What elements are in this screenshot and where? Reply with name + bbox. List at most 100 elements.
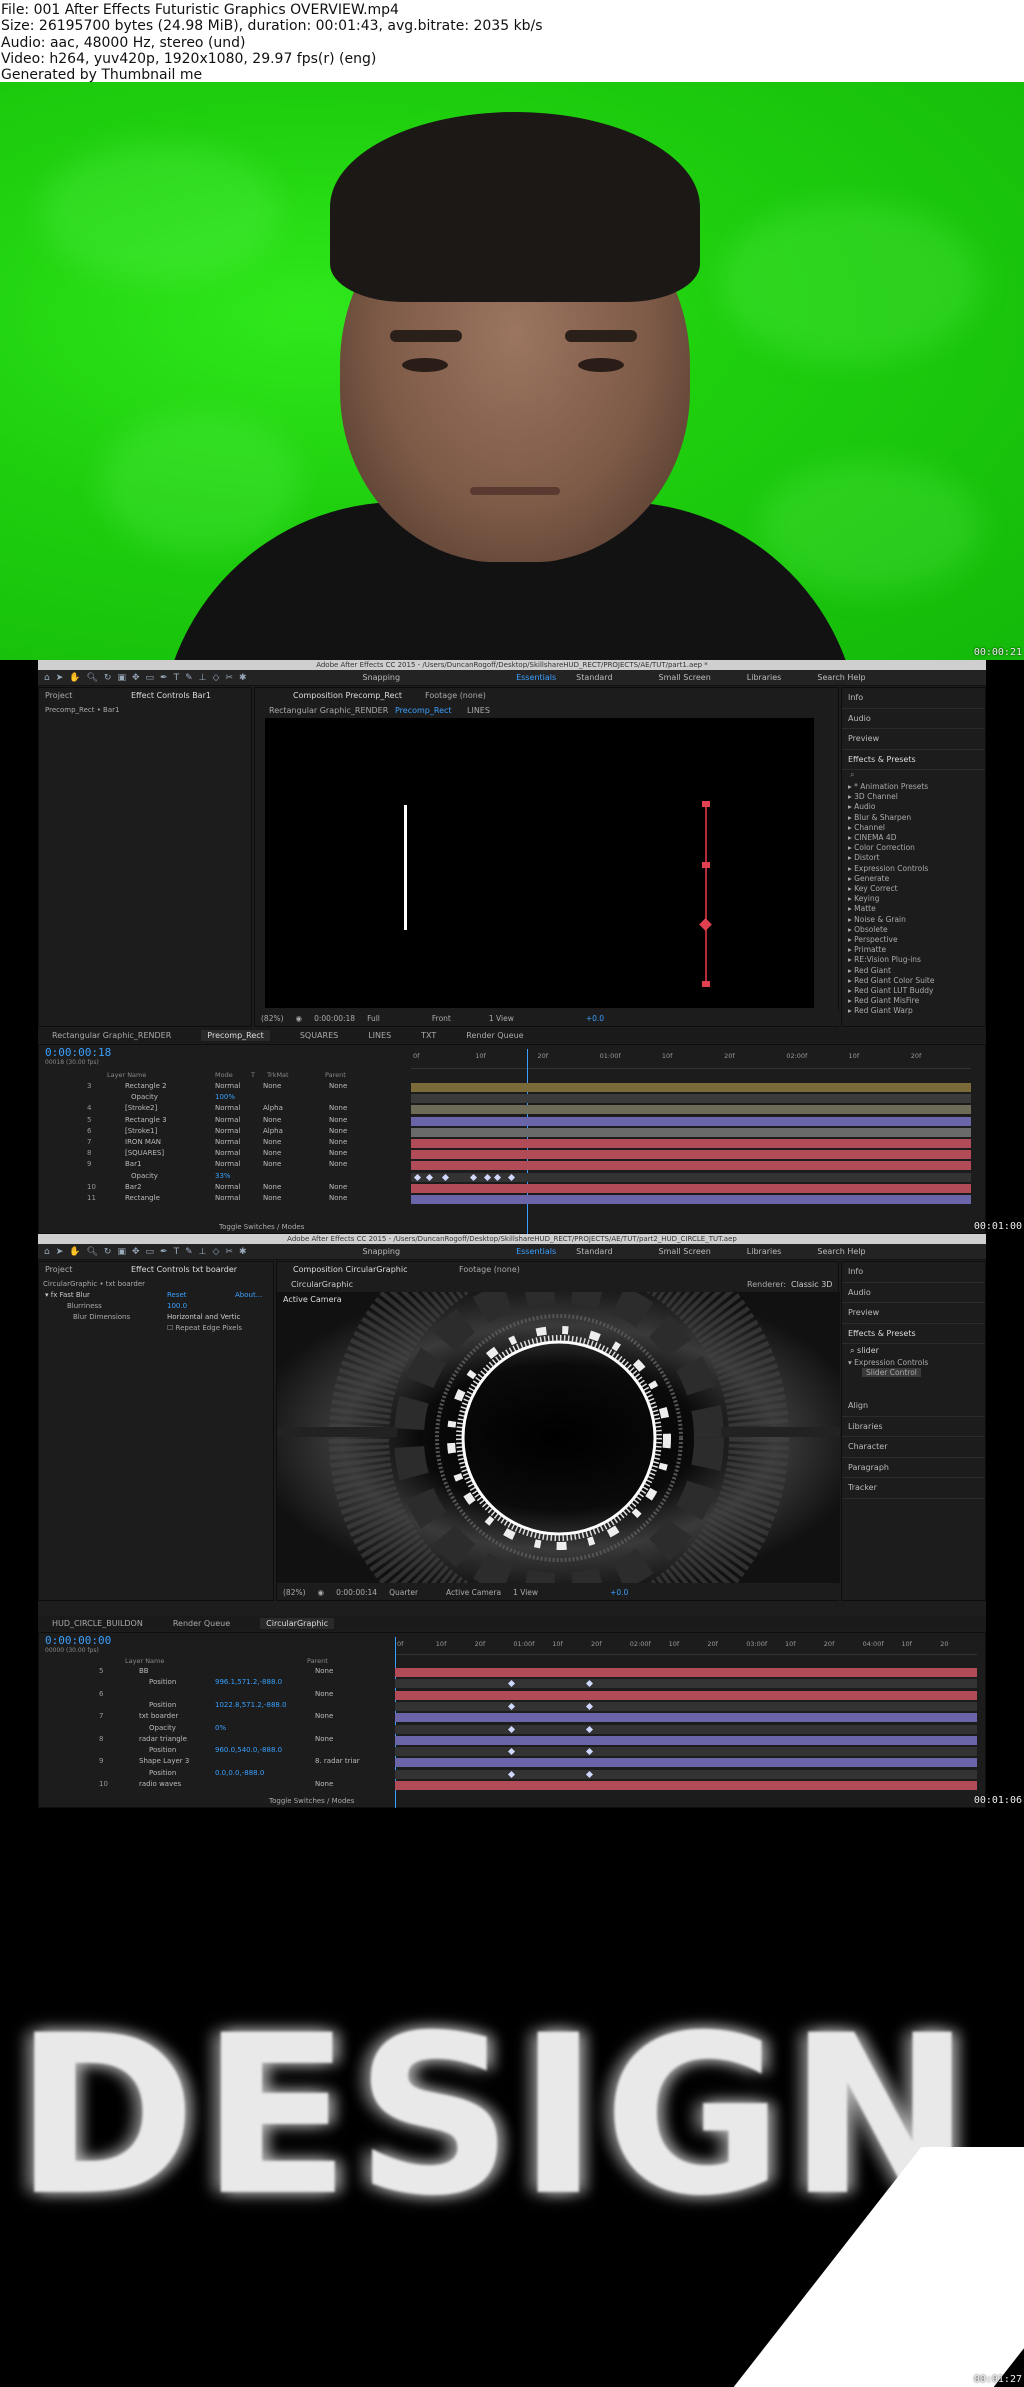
effects-list-item[interactable]: ▸ Color Correction [848, 843, 985, 853]
comp-viewer[interactable] [265, 718, 814, 1008]
zoom-tool-icon[interactable]: 🔍︎ [86, 673, 97, 683]
layer-duration-bar[interactable] [411, 1116, 971, 1126]
camera-tool-icon[interactable]: ▣ [117, 673, 126, 683]
breadcrumb-render[interactable]: Rectangular Graphic_RENDER [269, 706, 388, 715]
breadcrumb-lines[interactable]: LINES [467, 706, 490, 715]
workspace-libraries[interactable]: Libraries [747, 673, 782, 682]
effects-list-item[interactable]: ▸ Matte [848, 904, 985, 914]
effects-list-item[interactable]: ▸ RE:Vision Plug-ins [848, 955, 985, 965]
tree-expression-controls[interactable]: ▾ Expression Controls [842, 1358, 985, 1368]
layer-duration-bar[interactable] [395, 1769, 977, 1779]
effects-list-item[interactable]: ▸ Audio [848, 802, 985, 812]
layer-duration-bar[interactable] [395, 1747, 977, 1757]
fx-about-button[interactable]: About... [235, 1291, 262, 1299]
puppet-tool-icon[interactable]: ✱ [239, 1247, 247, 1257]
layer-row[interactable]: 10 Bar2 Normal None None [39, 1183, 399, 1194]
parent-select[interactable]: None [329, 1104, 347, 1112]
layer-row[interactable]: 6 None [39, 1690, 389, 1701]
workspace-essentials[interactable]: Essentials [516, 1247, 556, 1256]
hand-tool-icon[interactable]: ✋ [69, 1247, 80, 1257]
layer-duration-bar[interactable] [411, 1105, 971, 1115]
panel-info[interactable]: Info [842, 1262, 985, 1283]
search-help[interactable]: Search Help [817, 673, 865, 682]
eraser-tool-icon[interactable]: ◇ [212, 673, 219, 683]
effects-list-item[interactable]: ▸ Noise & Grain [848, 915, 985, 925]
effects-list-item[interactable]: ▸ Red Giant MisFire [848, 996, 985, 1006]
home-icon[interactable]: ⌂ [44, 1247, 50, 1257]
tab-effect-controls[interactable]: Effect Controls txt boarder [131, 1265, 237, 1274]
effects-list-item[interactable]: ▸ * Animation Presets [848, 782, 985, 792]
layer-row[interactable]: 9 Bar1 Normal None None [39, 1160, 399, 1171]
layer-duration-bar[interactable] [395, 1713, 977, 1723]
layer-duration-bar[interactable] [411, 1150, 971, 1160]
tab-timeline-lines[interactable]: LINES [368, 1031, 391, 1040]
view-select[interactable]: Active Camera [446, 1588, 501, 1597]
panel-effects-presets[interactable]: Effects & Presets [842, 750, 985, 770]
effects-list-item[interactable]: ▸ Obsolete [848, 925, 985, 935]
panel-audio[interactable]: Audio [842, 1283, 985, 1303]
fx-blur-dimensions-select[interactable]: Horizontal and Vertic [167, 1313, 240, 1321]
breadcrumb-circular[interactable]: CircularGraphic [291, 1280, 353, 1289]
snapping-label[interactable]: Snapping [363, 673, 401, 682]
eraser-tool-icon[interactable]: ◇ [212, 1247, 219, 1257]
layer-row[interactable]: 8 radar triangle None [39, 1735, 389, 1746]
panel-effects-presets[interactable]: Effects & Presets [842, 1324, 985, 1344]
property-value[interactable]: 0.0,0.0,-888.0 [215, 1769, 264, 1777]
parent-select[interactable]: None [329, 1183, 347, 1191]
home-icon[interactable]: ⌂ [44, 673, 50, 683]
roto-tool-icon[interactable]: ✂ [225, 673, 233, 683]
effects-search-input[interactable]: ⌕ slider [842, 1344, 985, 1358]
parent-select[interactable]: None [329, 1138, 347, 1146]
layer-duration-bar[interactable] [395, 1735, 977, 1745]
panel-align[interactable]: Align [842, 1396, 985, 1417]
layer-mode-select[interactable]: Normal [215, 1104, 240, 1112]
magnification-select[interactable]: (82%) [261, 1014, 284, 1023]
camera-snapshot-icon[interactable]: ◉ [296, 1014, 303, 1023]
effects-list-item[interactable]: ▸ Red Giant [848, 966, 985, 976]
panel-info[interactable]: Info [842, 688, 985, 709]
layer-duration-bar[interactable] [395, 1724, 977, 1734]
layer-duration-bar[interactable] [395, 1781, 977, 1790]
views-layout-select[interactable]: 1 View [513, 1588, 538, 1597]
red-bar-handle[interactable] [702, 862, 710, 868]
time-ruler[interactable]: 0f 10f 20f 01:00f 10f 20f 02:00f 10f 20f [411, 1051, 971, 1069]
trkmat-select[interactable]: None [263, 1116, 281, 1124]
layer-duration-bar[interactable] [395, 1690, 977, 1700]
tab-footage[interactable]: Footage (none) [425, 691, 486, 700]
camera-snapshot-icon[interactable]: ◉ [318, 1588, 325, 1597]
layer-mode-select[interactable]: Normal [215, 1149, 240, 1157]
parent-select[interactable]: None [329, 1116, 347, 1124]
layer-mode-select[interactable]: Normal [215, 1183, 240, 1191]
effects-list-item[interactable]: ▸ Perspective [848, 935, 985, 945]
fx-fast-blur[interactable]: ▾ fx Fast Blur [45, 1291, 90, 1299]
panel-character[interactable]: Character [842, 1437, 985, 1458]
parent-select[interactable]: None [329, 1194, 347, 1202]
tab-timeline-squares[interactable]: SQUARES [300, 1031, 338, 1040]
toggle-switches-modes[interactable]: Toggle Switches / Modes [269, 1797, 354, 1805]
pen-tool-icon[interactable]: ✒ [160, 673, 168, 683]
layer-row[interactable]: Opacity 0% [39, 1724, 389, 1735]
layer-duration-bar[interactable] [411, 1127, 971, 1137]
fx-reset-button[interactable]: Reset [167, 1291, 187, 1299]
view-select[interactable]: Front [432, 1014, 451, 1023]
parent-select[interactable]: None [329, 1160, 347, 1168]
trkmat-select[interactable]: None [263, 1194, 281, 1202]
effects-search-icon[interactable]: ⌕ [842, 770, 985, 782]
layer-row[interactable]: 4 [Stroke2] Normal Alpha None [39, 1104, 399, 1115]
pen-tool-icon[interactable]: ✒ [160, 1247, 168, 1257]
hand-tool-icon[interactable]: ✋ [69, 673, 80, 683]
parent-select[interactable]: 8. radar triar [315, 1757, 360, 1765]
type-tool-icon[interactable]: T [174, 1247, 180, 1257]
effects-list-item[interactable]: ▸ Blur & Sharpen [848, 813, 985, 823]
tab-footage[interactable]: Footage (none) [459, 1265, 520, 1274]
workspace-libraries[interactable]: Libraries [747, 1247, 782, 1256]
effects-list-item[interactable]: ▸ Expression Controls [848, 864, 985, 874]
rotate-tool-icon[interactable]: ↻ [104, 1247, 112, 1257]
layer-duration-bar[interactable] [411, 1183, 971, 1193]
magnification-select[interactable]: (82%) [283, 1588, 306, 1597]
effects-list-item[interactable]: ▸ Key Correct [848, 884, 985, 894]
workspace-standard[interactable]: Standard [576, 673, 612, 682]
layer-row[interactable]: 7 txt boarder None [39, 1712, 389, 1723]
property-value[interactable]: 960.0,540.0,-888.0 [215, 1746, 282, 1754]
panel-audio[interactable]: Audio [842, 709, 985, 729]
